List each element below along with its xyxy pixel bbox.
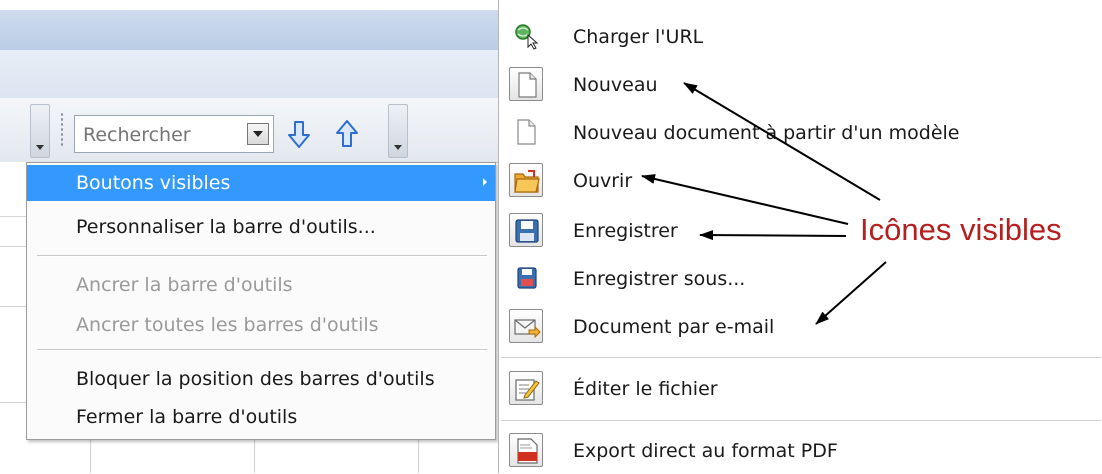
annotation-arrows: [641, 82, 887, 325]
arrow-to-document-email: [815, 261, 887, 325]
arrow-to-enregistrer: [699, 230, 847, 241]
arrow-to-ouvrir: [641, 174, 849, 225]
arrow-to-nouveau: [683, 82, 881, 201]
